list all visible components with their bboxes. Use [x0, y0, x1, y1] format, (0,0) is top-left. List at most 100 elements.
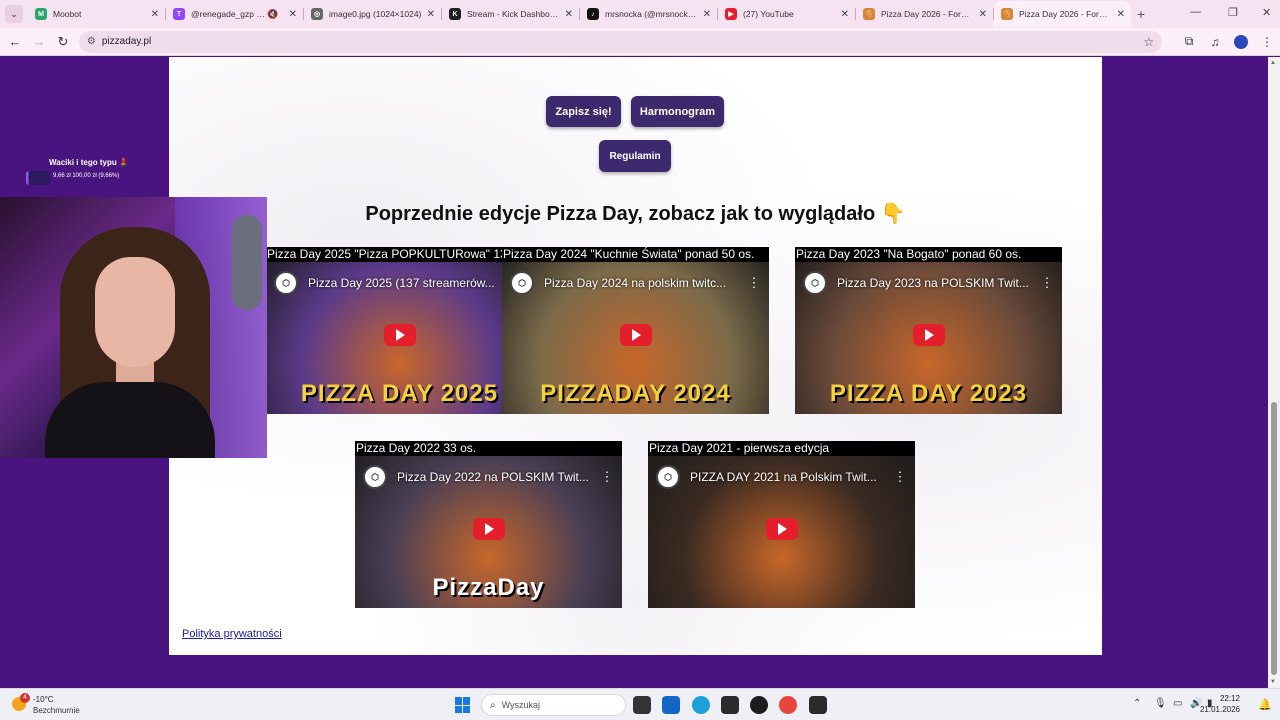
play-button-icon[interactable]	[619, 323, 652, 346]
browser-tab[interactable]: T @renegade_gzp mentio🔇 ✕	[165, 1, 303, 27]
tab-close-icon[interactable]: ✕	[427, 9, 435, 20]
video-more-icon[interactable]: ⋮	[747, 275, 761, 291]
channel-avatar[interactable]: ⬡	[803, 271, 827, 295]
address-bar[interactable]: ⚙ pizzaday.pl ☆	[78, 30, 1163, 53]
main-content: Zapisz się! Harmonogram Regulamin Poprze…	[169, 57, 1102, 655]
clock-time: 22:12	[1219, 694, 1240, 703]
play-button-icon[interactable]	[912, 323, 945, 346]
play-button-icon[interactable]	[383, 323, 416, 346]
network-icon[interactable]: ▭	[1173, 698, 1182, 709]
tab-title: Stream - Kick Dashboard	[467, 9, 561, 19]
edge-icon[interactable]	[692, 696, 710, 714]
minimize-icon[interactable]: —	[1190, 6, 1201, 18]
browser-tab[interactable]: ♪ mrsnocka (@mrsnocka) p ✕	[579, 1, 717, 27]
tab-title: Pizza Day 2026 - Formula	[1019, 9, 1113, 19]
site-info-icon[interactable]: ⚙	[87, 36, 96, 47]
video-embed[interactable]: ⬡ PIZZA DAY 2021 na Polskim Twit... ⋮ Pizza…	[648, 441, 915, 608]
video-more-icon[interactable]: ⋮	[893, 469, 907, 485]
outlook-icon[interactable]	[662, 696, 680, 714]
channel-avatar[interactable]: ⬡	[363, 465, 387, 489]
channel-avatar[interactable]: ⬡	[274, 271, 298, 295]
schedule-button[interactable]: Harmonogram	[631, 96, 724, 127]
video-embed[interactable]: ⬡ Pizza Day 2024 na polskim twitc... ⋮ PIZZ…	[502, 247, 769, 414]
forward-icon[interactable]: →	[27, 34, 51, 49]
video-embed[interactable]: ⬡ Pizza Day 2023 na POLSKIM Twit... ⋮ PIZZA…	[795, 247, 1062, 414]
start-button[interactable]	[455, 697, 471, 713]
channel-avatar[interactable]: ⬡	[656, 465, 680, 489]
video-embed[interactable]: ⬡Pizza Day 2025 (137 streamerów...⋮PIZZA…	[266, 247, 533, 414]
scroll-up-icon[interactable]: ▲	[1270, 60, 1276, 66]
tray-overflow-icon[interactable]: ⌃	[1133, 698, 1141, 709]
tab-close-icon[interactable]: ✕	[979, 9, 987, 20]
video-title[interactable]: Pizza Day 2025 (137 streamerów...	[308, 276, 511, 290]
privacy-policy-link[interactable]: Polityka prywatności	[182, 628, 282, 640]
play-button-icon[interactable]	[765, 517, 798, 540]
browser-tab[interactable]: M Moobot ✕	[27, 1, 165, 27]
video-more-icon[interactable]: ⋮	[1040, 275, 1054, 291]
media-controls-icon[interactable]: ♫	[1202, 35, 1228, 49]
notification-bell-icon[interactable]: 🔔	[1258, 698, 1272, 711]
tab-close-icon[interactable]: ✕	[1117, 9, 1125, 20]
video-header: ⬡ Pizza Day 2024 na polskim twitc... ⋮	[510, 271, 761, 295]
browser-tab[interactable]: 🍕 Pizza Day 2026 - Formula ✕	[993, 1, 1131, 27]
rules-button[interactable]: Regulamin	[599, 140, 671, 172]
extensions-icon[interactable]: ⧉	[1176, 34, 1202, 49]
browser-menu-icon[interactable]: ⋮	[1254, 35, 1280, 49]
weather-badge: 4	[20, 693, 30, 703]
taskbar-search[interactable]: ⌕ Wyszukaj	[481, 694, 626, 716]
tab-close-icon[interactable]: ✕	[151, 9, 159, 20]
video-title[interactable]: Pizza Day 2023 na POLSKIM Twit...	[837, 276, 1040, 290]
profile-avatar[interactable]	[1234, 34, 1249, 49]
close-window-icon[interactable]: ✕	[1262, 6, 1271, 19]
clock[interactable]: 22:12 21.01.2026	[1200, 693, 1240, 715]
play-button-icon[interactable]	[472, 517, 505, 540]
obs-icon[interactable]	[750, 696, 768, 714]
reload-icon[interactable]: ↻	[51, 34, 75, 50]
thumbnail-banner-text: PIZZA DAY 2023	[829, 380, 1028, 407]
channel-avatar[interactable]: ⬡	[510, 271, 534, 295]
browser-tab[interactable]: K Stream - Kick Dashboard ✕	[441, 1, 579, 27]
tab-search-button[interactable]: ⌄	[5, 5, 23, 23]
donation-goal-overlay: Waciki i tego typu 💄 9,66 zł 100,00 zł (…	[26, 155, 166, 189]
tab-close-icon[interactable]: ✕	[565, 9, 573, 20]
streamer-face	[95, 257, 175, 367]
video-caption: Pizza Day 2023 "Na Bogato" ponad 60 os.	[795, 247, 1062, 262]
streamer-shirt	[45, 382, 215, 458]
video-more-icon[interactable]: ⋮	[600, 469, 614, 485]
clock-date: 21.01.2026	[1199, 705, 1240, 714]
task-view-icon[interactable]	[633, 696, 651, 714]
taskbar: 4 -10°C Bezchmurnie ⌕ Wyszukaj ⌃ 🎙 ▭ 🔊 ▮…	[0, 688, 1280, 720]
video-header: ⬡ Pizza Day 2022 na POLSKIM Twit... ⋮	[363, 465, 614, 489]
video-embed[interactable]: ⬡ Pizza Day 2022 na POLSKIM Twit... ⋮ Pizza…	[355, 441, 622, 608]
tab-audio-icon[interactable]: 🔇	[267, 9, 278, 20]
tab-close-icon[interactable]: ✕	[841, 9, 849, 20]
browser-toolbar: ← → ↻ ⚙ pizzaday.pl ☆ ⧉ ♫ ⋮	[0, 28, 1280, 56]
register-button[interactable]: Zapisz się!	[546, 96, 621, 127]
url-text: pizzaday.pl	[101, 36, 152, 47]
video-title[interactable]: Pizza Day 2022 na POLSKIM Twit...	[397, 470, 600, 484]
scroll-down-icon[interactable]: ▼	[1270, 679, 1276, 685]
tab-title: mrsnocka (@mrsnocka) p	[605, 9, 699, 19]
bookmark-star-icon[interactable]: ☆	[1143, 35, 1154, 49]
back-icon[interactable]: ←	[3, 34, 27, 49]
page-viewport: Zapisz się! Harmonogram Regulamin Poprze…	[0, 57, 1280, 688]
maximize-icon[interactable]: ❐	[1228, 6, 1238, 19]
page-scrollbar[interactable]: ▲ ▼	[1268, 57, 1280, 688]
browser-tab[interactable]: 🍕 Pizza Day 2026 - Formula ✕	[855, 1, 993, 27]
tab-favicon-icon: ◎	[311, 8, 323, 20]
chrome-icon[interactable]	[779, 696, 797, 714]
tab-close-icon[interactable]: ✕	[289, 9, 297, 20]
microphone-icon[interactable]: 🎙	[1154, 698, 1167, 709]
video-title[interactable]: Pizza Day 2024 na polskim twitc...	[544, 276, 747, 290]
browser-tab[interactable]: ◎ image0.jpg (1024×1024) ✕	[303, 1, 441, 27]
weather-widget[interactable]: 4 -10°C Bezchmurnie	[12, 693, 102, 717]
terminal-icon[interactable]	[809, 696, 827, 714]
new-tab-button[interactable]: +	[1131, 6, 1151, 22]
tab-close-icon[interactable]: ✕	[703, 9, 711, 20]
video-title[interactable]: PIZZA DAY 2021 na Polskim Twit...	[690, 470, 893, 484]
tab-title: @renegade_gzp mentio	[191, 9, 267, 19]
scrollbar-thumb[interactable]	[1271, 402, 1277, 675]
sticky-app-icon[interactable]	[721, 696, 739, 714]
thumbnail-banner-text: PizzaDay	[432, 574, 545, 601]
browser-tab[interactable]: ▶ (27) YouTube ✕	[717, 1, 855, 27]
